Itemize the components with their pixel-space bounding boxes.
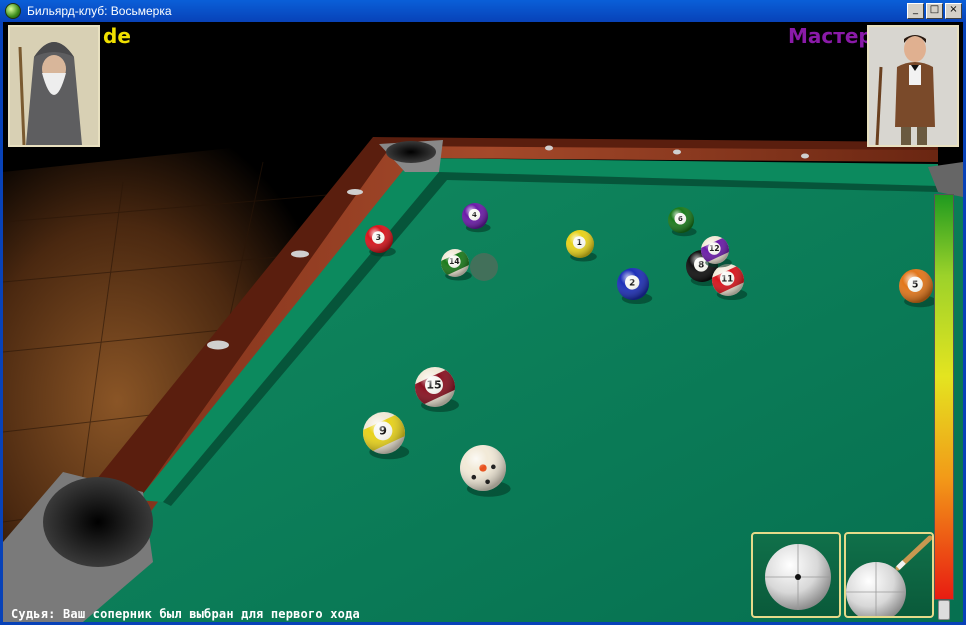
cue-elevation-panel[interactable] (844, 532, 934, 622)
cue-ball-spin-panel[interactable] (751, 532, 841, 618)
shot-power-bar[interactable] (934, 194, 954, 600)
title-bar: Бильярд-клуб: Восьмерка _ □ × (0, 0, 966, 22)
window-controls: _ □ × (907, 3, 962, 19)
player-left-portrait (8, 25, 100, 147)
cue-angle-selector[interactable] (846, 534, 933, 622)
player-left-name: de (103, 24, 131, 48)
wizard-avatar (10, 27, 98, 145)
aim-ghost-ball (470, 253, 498, 281)
game-scene[interactable]: 1234568911121415 de Мастер (3, 22, 963, 622)
app-icon (5, 3, 21, 19)
player-right-name: Мастер (788, 24, 873, 48)
gentleman-avatar (869, 27, 957, 145)
minimize-button[interactable]: _ (907, 3, 924, 19)
spin-point-marker[interactable] (795, 574, 801, 580)
referee-status-message: Судья: Ваш соперник был выбран для перво… (11, 607, 360, 621)
pocket-corner-bottom-left (43, 477, 153, 567)
shot-power-handle[interactable] (938, 600, 950, 620)
window-title: Бильярд-клуб: Восьмерка (27, 4, 172, 18)
maximize-button[interactable]: □ (926, 3, 943, 19)
player-right-portrait (867, 25, 959, 147)
pocket-corner-top-left (386, 141, 436, 163)
spin-selector[interactable] (753, 534, 839, 616)
close-button[interactable]: × (945, 3, 962, 19)
